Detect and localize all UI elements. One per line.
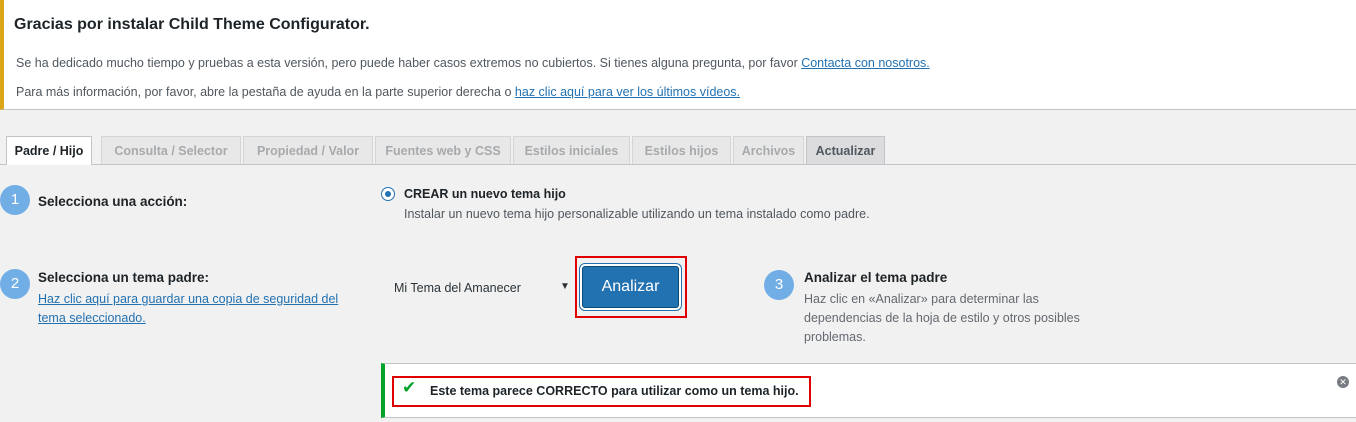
step-1-label: Selecciona una acción: bbox=[38, 194, 188, 209]
tab-actualizar[interactable]: Actualizar bbox=[806, 136, 885, 164]
step-2-badge: 2 bbox=[0, 269, 30, 299]
backup-theme-link[interactable]: Haz clic aquí para guardar una copia de … bbox=[38, 292, 338, 325]
step-2-label: Selecciona un tema padre: bbox=[38, 270, 210, 285]
notice-title: Gracias por instalar Child Theme Configu… bbox=[14, 16, 370, 33]
checkmark-icon: ✔ bbox=[402, 378, 417, 397]
step-3-badge: 3 bbox=[764, 270, 794, 300]
tab-propiedad-valor[interactable]: Propiedad / Valor bbox=[243, 136, 373, 164]
notice-line-2: Para más información, por favor, abre la… bbox=[16, 85, 740, 99]
tab-estilos-iniciales[interactable]: Estilos iniciales bbox=[513, 136, 630, 164]
backup-link-wrap: Haz clic aquí para guardar una copia de … bbox=[38, 290, 358, 328]
close-icon[interactable]: ✕ bbox=[1337, 376, 1349, 388]
contact-link[interactable]: Contacta con nosotros. bbox=[801, 56, 930, 70]
parent-theme-select[interactable]: Mi Tema del Amanecer bbox=[386, 274, 576, 302]
step-3-desc: Haz clic en «Analizar» para determinar l… bbox=[804, 292, 1080, 344]
videos-link[interactable]: haz clic aquí para ver los últimos vídeo… bbox=[515, 85, 740, 99]
step-1-badge: 1 bbox=[0, 185, 30, 215]
create-child-radio[interactable] bbox=[381, 187, 395, 201]
install-notice: Gracias por instalar Child Theme Configu… bbox=[0, 0, 1356, 110]
analyze-button[interactable]: Analizar bbox=[582, 266, 679, 308]
tab-archivos[interactable]: Archivos bbox=[733, 136, 804, 164]
notice-line-2-text: Para más información, por favor, abre la… bbox=[16, 85, 515, 99]
tab-padre-hijo[interactable]: Padre / Hijo bbox=[6, 136, 92, 165]
create-child-radio-label[interactable]: CREAR un nuevo tema hijo bbox=[404, 187, 566, 201]
step-3-title: Analizar el tema padre bbox=[804, 270, 948, 285]
notice-line-1: Se ha dedicado mucho tiempo y pruebas a … bbox=[16, 56, 930, 70]
tab-consulta-selector[interactable]: Consulta / Selector bbox=[101, 136, 241, 164]
create-child-radio-desc: Instalar un nuevo tema hijo personalizab… bbox=[404, 207, 870, 221]
notice-line-1-text: Se ha dedicado mucho tiempo y pruebas a … bbox=[16, 56, 802, 70]
success-message: Este tema parece CORRECTO para utilizar … bbox=[430, 384, 799, 398]
tab-estilos-hijos[interactable]: Estilos hijos bbox=[632, 136, 731, 164]
chevron-down-icon: ▼ bbox=[560, 281, 570, 292]
tab-fuentes-web-css[interactable]: Fuentes web y CSS bbox=[375, 136, 511, 164]
